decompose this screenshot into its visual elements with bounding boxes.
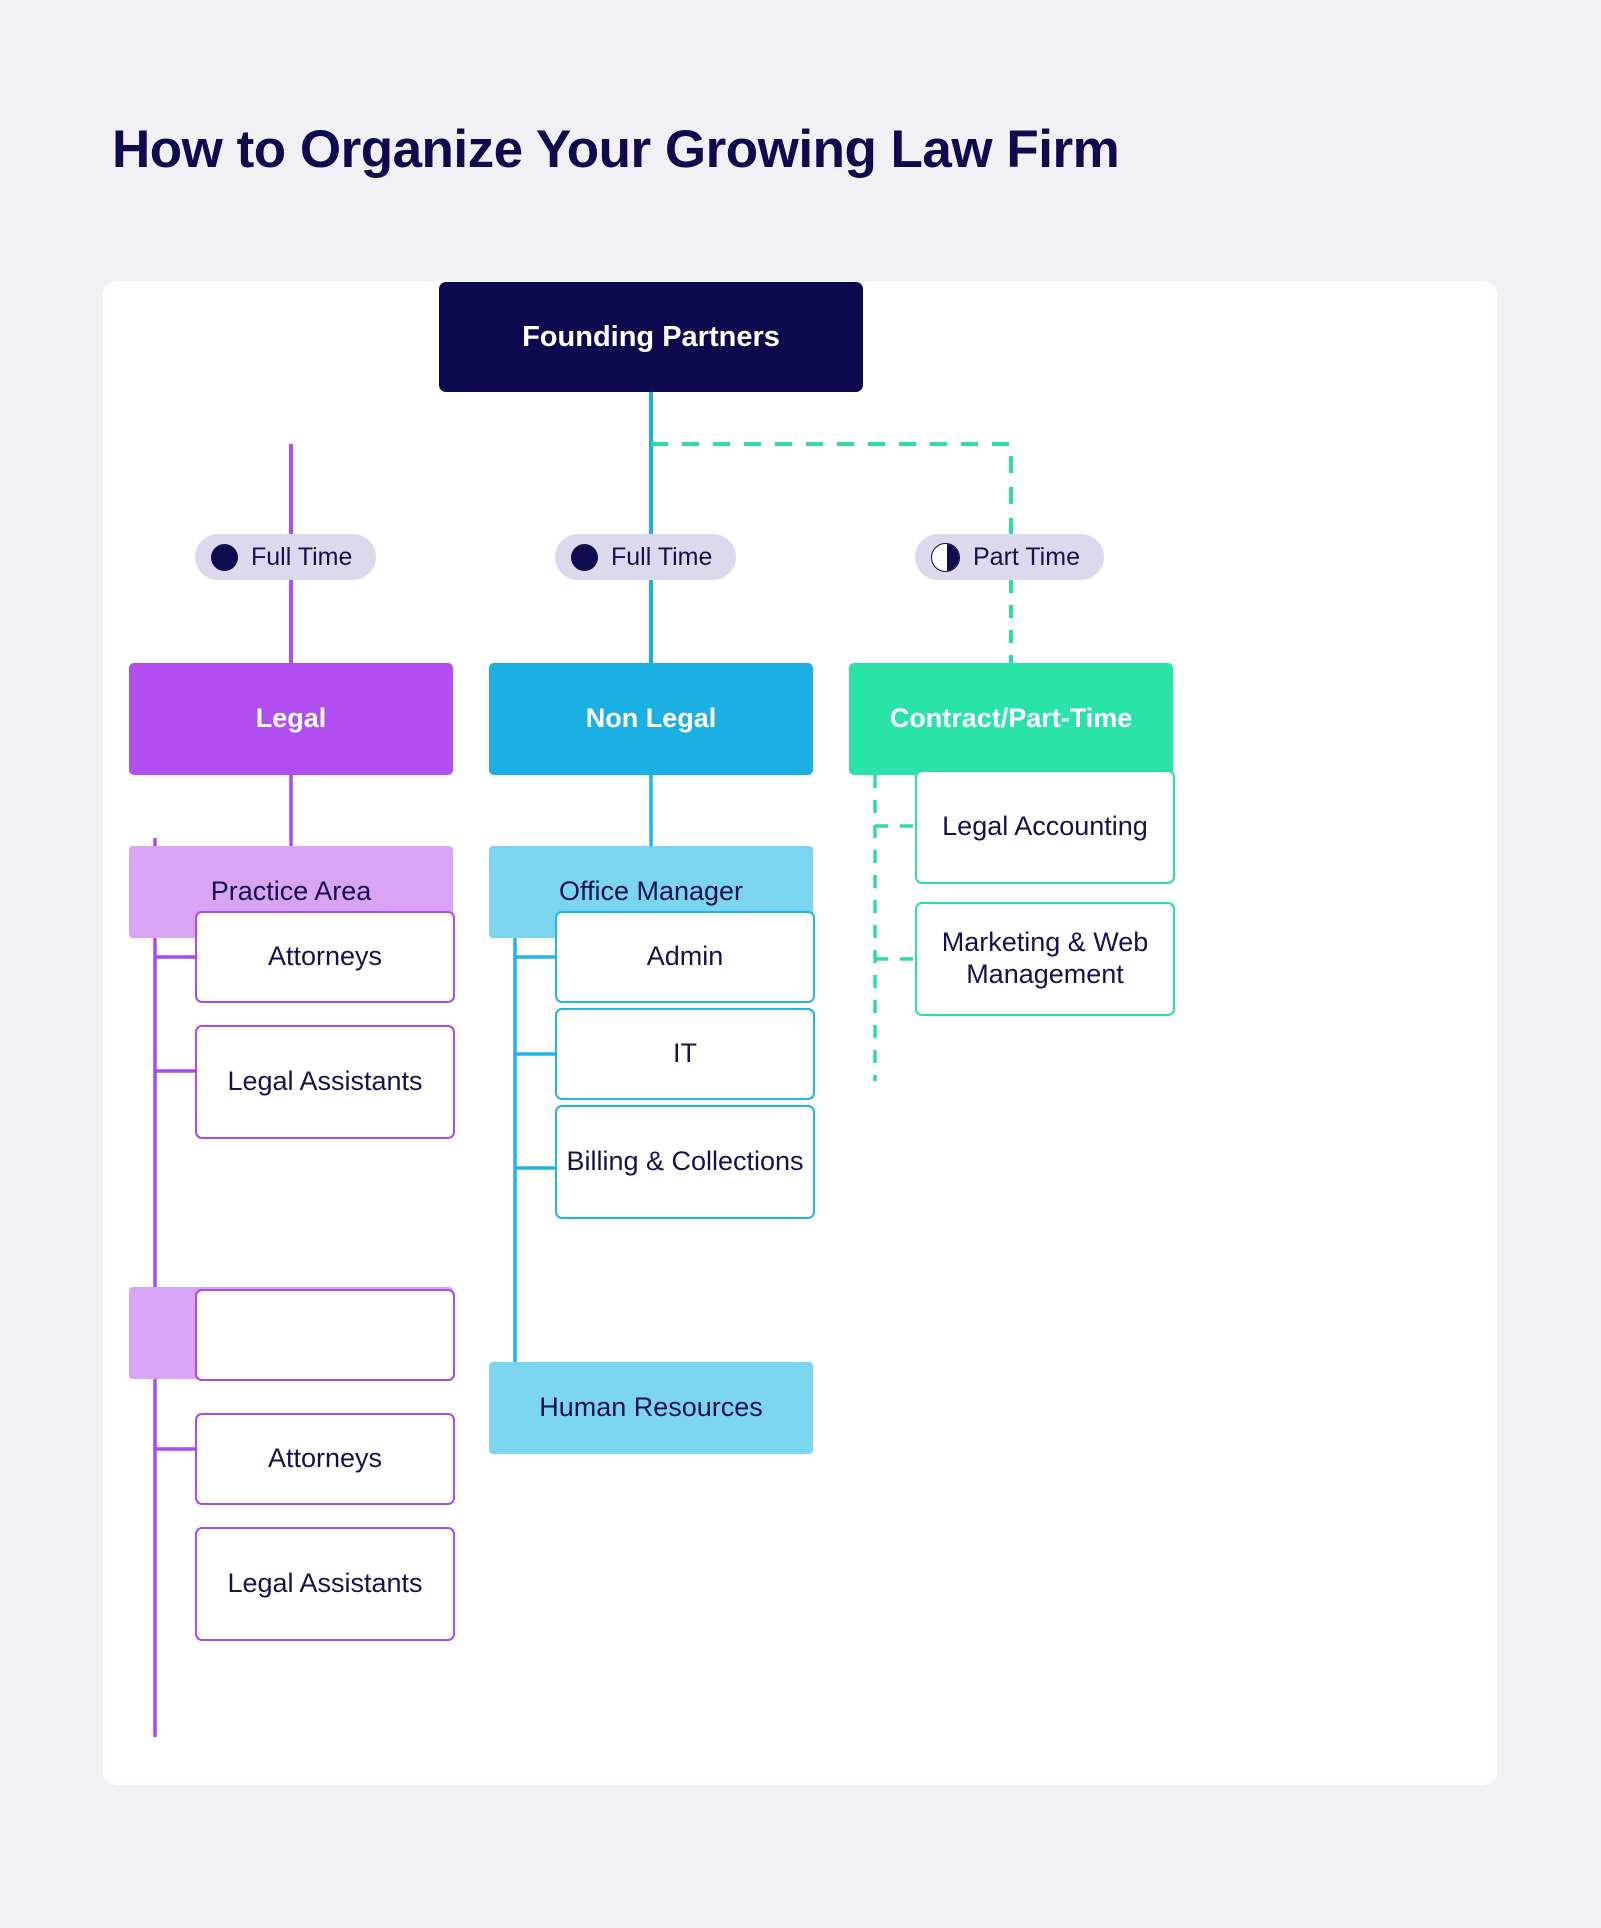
org-chart: Founding Partners Full Time Full Time Pa… xyxy=(103,281,1497,1785)
node-label: Admin xyxy=(646,941,724,972)
node-label: Office Manager xyxy=(558,876,744,907)
node-legal-accounting[interactable]: Legal Accounting xyxy=(915,770,1175,884)
node-attorneys-2[interactable]: Attorneys xyxy=(195,1413,455,1505)
node-legal-assistants-1[interactable]: Legal Assistants xyxy=(195,1025,455,1139)
node-founding-partners[interactable]: Founding Partners xyxy=(439,282,863,392)
node-label: IT xyxy=(673,1038,697,1069)
node-label: Contract/Part-Time xyxy=(889,703,1133,734)
node-label: Billing & Collections xyxy=(566,1146,804,1177)
node-billing-collections[interactable]: Billing & Collections xyxy=(555,1105,815,1219)
node-label: Founding Partners xyxy=(522,320,780,353)
org-chart-page: How to Organize Your Growing Law Firm Fo… xyxy=(0,0,1601,1928)
badge-label: Full Time xyxy=(251,542,353,571)
node-non-legal[interactable]: Non Legal xyxy=(489,663,813,775)
node-contract-part-time[interactable]: Contract/Part-Time xyxy=(849,663,1173,775)
node-label: Legal Accounting xyxy=(942,811,1148,842)
node-label: Marketing & Web Management xyxy=(941,927,1149,989)
node-it[interactable]: IT xyxy=(555,1008,815,1100)
node-admin[interactable]: Admin xyxy=(555,911,815,1003)
filled-circle-icon xyxy=(571,543,598,571)
half-circle-icon xyxy=(931,542,960,572)
node-label: Non Legal xyxy=(585,703,717,734)
badge-label: Part Time xyxy=(973,542,1080,571)
node-label: Attorneys xyxy=(267,1443,383,1474)
node-label: Legal xyxy=(255,703,327,734)
node-hidden-extra xyxy=(195,1289,455,1381)
node-legal-assistants-2[interactable]: Legal Assistants xyxy=(195,1527,455,1641)
node-attorneys-1[interactable]: Attorneys xyxy=(195,911,455,1003)
node-label: Legal Assistants xyxy=(227,1568,423,1599)
filled-circle-icon xyxy=(211,543,238,571)
node-legal[interactable]: Legal xyxy=(129,663,453,775)
node-marketing-web-management[interactable]: Marketing & Web Management xyxy=(915,902,1175,1016)
page-title: How to Organize Your Growing Law Firm xyxy=(112,120,1120,179)
badge-full-time-legal[interactable]: Full Time xyxy=(195,534,377,580)
node-label: Attorneys xyxy=(267,941,383,972)
node-label: Human Resources xyxy=(539,1392,763,1423)
badge-full-time-nonlegal[interactable]: Full Time xyxy=(555,534,737,580)
node-label: Practice Area xyxy=(210,876,372,907)
chart-card: Founding Partners Full Time Full Time Pa… xyxy=(103,281,1497,1785)
badge-part-time-contract[interactable]: Part Time xyxy=(915,534,1104,580)
node-label: Legal Assistants xyxy=(227,1066,423,1097)
badge-label: Full Time xyxy=(611,542,713,571)
node-human-resources[interactable]: Human Resources xyxy=(489,1362,813,1454)
